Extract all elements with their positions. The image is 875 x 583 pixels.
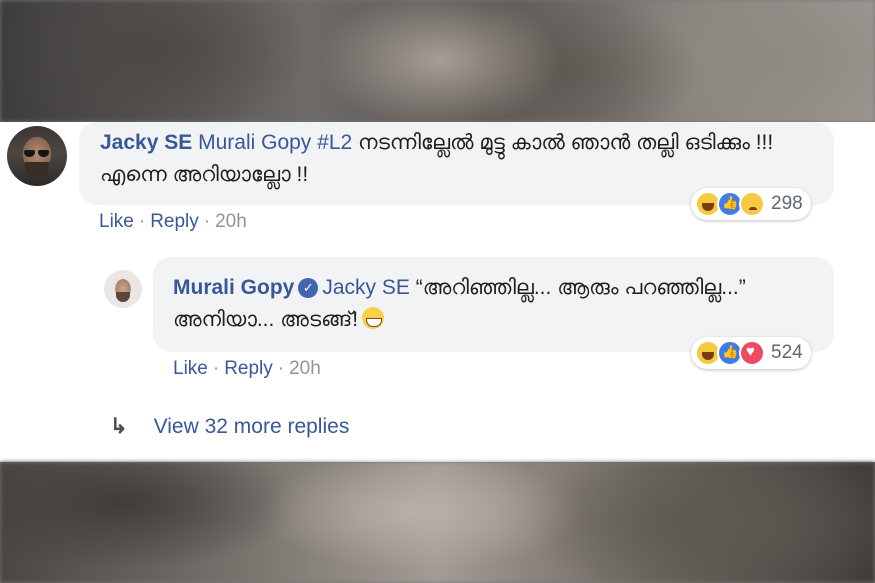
love-icon bbox=[739, 340, 765, 366]
beard bbox=[25, 162, 49, 178]
comment-body: Jacky SE Murali Gopy #L2 നടന്നില്ലേൽ മുട… bbox=[100, 127, 820, 191]
reaction-count: 524 bbox=[771, 342, 803, 363]
reply-button[interactable]: Reply bbox=[150, 211, 199, 232]
blurred-background-bottom bbox=[0, 462, 875, 583]
comment-actions: Like · Reply · 20h bbox=[99, 211, 247, 233]
reaction-summary[interactable]: 524 bbox=[691, 337, 811, 369]
sunglasses bbox=[24, 150, 50, 157]
avatar[interactable] bbox=[7, 126, 67, 186]
comment-author[interactable]: Jacky SE bbox=[100, 131, 192, 154]
like-button[interactable]: Like bbox=[99, 211, 134, 232]
timestamp[interactable]: 20h bbox=[289, 358, 321, 379]
sad-icon bbox=[739, 191, 765, 217]
view-more-replies-label: View 32 more replies bbox=[153, 415, 350, 438]
reply-arrow-icon: ↳ bbox=[110, 415, 128, 438]
reaction-count: 298 bbox=[771, 193, 803, 214]
reply-author[interactable]: Murali Gopy bbox=[173, 276, 294, 299]
separator: · bbox=[203, 211, 211, 232]
view-more-replies-link[interactable]: ↳ View 32 more replies bbox=[110, 414, 349, 439]
separator: · bbox=[138, 211, 146, 232]
reply-button[interactable]: Reply bbox=[224, 358, 273, 379]
reply-body: Murali Gopy ✓ Jacky SE “അറിഞ്ഞില്ല... ആരും… bbox=[173, 272, 813, 336]
blurred-background-top bbox=[0, 0, 875, 122]
beard bbox=[116, 292, 130, 302]
mention-link[interactable]: Murali Gopy bbox=[198, 131, 311, 154]
separator: · bbox=[277, 358, 285, 379]
separator: · bbox=[212, 358, 220, 379]
verified-badge-icon: ✓ bbox=[298, 278, 319, 298]
timestamp[interactable]: 20h bbox=[215, 211, 247, 232]
avatar[interactable] bbox=[104, 270, 142, 308]
reply-actions: Like · Reply · 20h bbox=[173, 358, 321, 380]
grinning-emoji-icon bbox=[362, 307, 385, 329]
mention-link[interactable]: Jacky SE bbox=[322, 276, 410, 299]
comment-thread: Jacky SE Murali Gopy #L2 നടന്നില്ലേൽ മുട… bbox=[0, 122, 875, 462]
reaction-summary[interactable]: 298 bbox=[691, 188, 811, 220]
hashtag-link[interactable]: #L2 bbox=[317, 131, 352, 154]
like-button[interactable]: Like bbox=[173, 358, 208, 379]
